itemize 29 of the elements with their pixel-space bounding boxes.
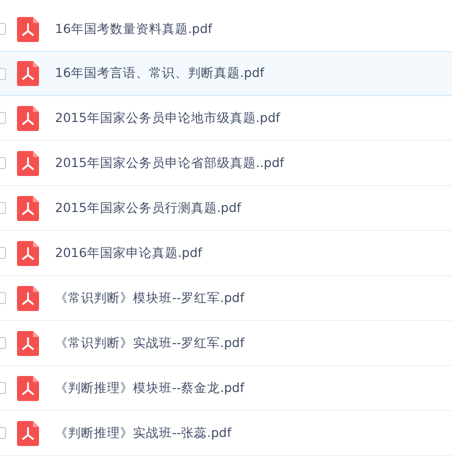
file-row[interactable]: 2015年国家公务员申论地市级真题.pdf xyxy=(0,96,452,141)
pdf-file-icon xyxy=(17,420,39,446)
file-name[interactable]: 2016年国家申论真题.pdf xyxy=(55,244,202,262)
pdf-file-icon xyxy=(17,196,39,220)
file-name[interactable]: 16年国考数量资料真题.pdf xyxy=(55,20,212,38)
file-name[interactable]: 2015年国家公务员申论地市级真题.pdf xyxy=(55,108,280,128)
file-name[interactable]: 《判断推理》实战班--张蕊.pdf xyxy=(55,424,232,442)
file-row[interactable]: 16年国考言语、常识、判断真题.pdf xyxy=(0,51,452,96)
file-name[interactable]: 2015年国家公务员行测真题.pdf xyxy=(55,198,242,218)
pdf-file-icon xyxy=(17,240,39,266)
pdf-file-icon xyxy=(17,106,39,130)
file-row[interactable]: 《判断推理》模块班--蔡金龙.pdf xyxy=(0,366,452,411)
file-row[interactable]: 《判断推理》实战班--张蕊.pdf xyxy=(0,411,452,456)
file-name[interactable]: 2015年国家公务员申论省部级真题..pdf xyxy=(55,154,284,172)
file-row[interactable]: 《常识判断》模块班--罗红军.pdf xyxy=(0,276,452,321)
file-name[interactable]: 《常识判断》实战班--罗红军.pdf xyxy=(55,334,244,352)
pdf-file-icon xyxy=(17,16,39,42)
pdf-file-icon xyxy=(17,61,39,86)
file-row[interactable]: 2015年国家公务员行测真题.pdf xyxy=(0,186,452,231)
file-name[interactable]: 《判断推理》模块班--蔡金龙.pdf xyxy=(55,378,244,398)
pdf-file-icon xyxy=(17,286,39,310)
pdf-file-icon xyxy=(17,330,39,356)
file-row[interactable]: 2015年国家公务员申论省部级真题..pdf xyxy=(0,141,452,186)
file-row[interactable]: 《常识判断》实战班--罗红军.pdf xyxy=(0,321,452,366)
file-name[interactable]: 《常识判断》模块班--罗红军.pdf xyxy=(55,288,244,308)
pdf-file-icon xyxy=(17,376,39,400)
file-row[interactable]: 2016年国家申论真题.pdf xyxy=(0,231,452,276)
pdf-file-icon xyxy=(17,150,39,176)
file-name[interactable]: 16年国考言语、常识、判断真题.pdf xyxy=(55,64,264,83)
